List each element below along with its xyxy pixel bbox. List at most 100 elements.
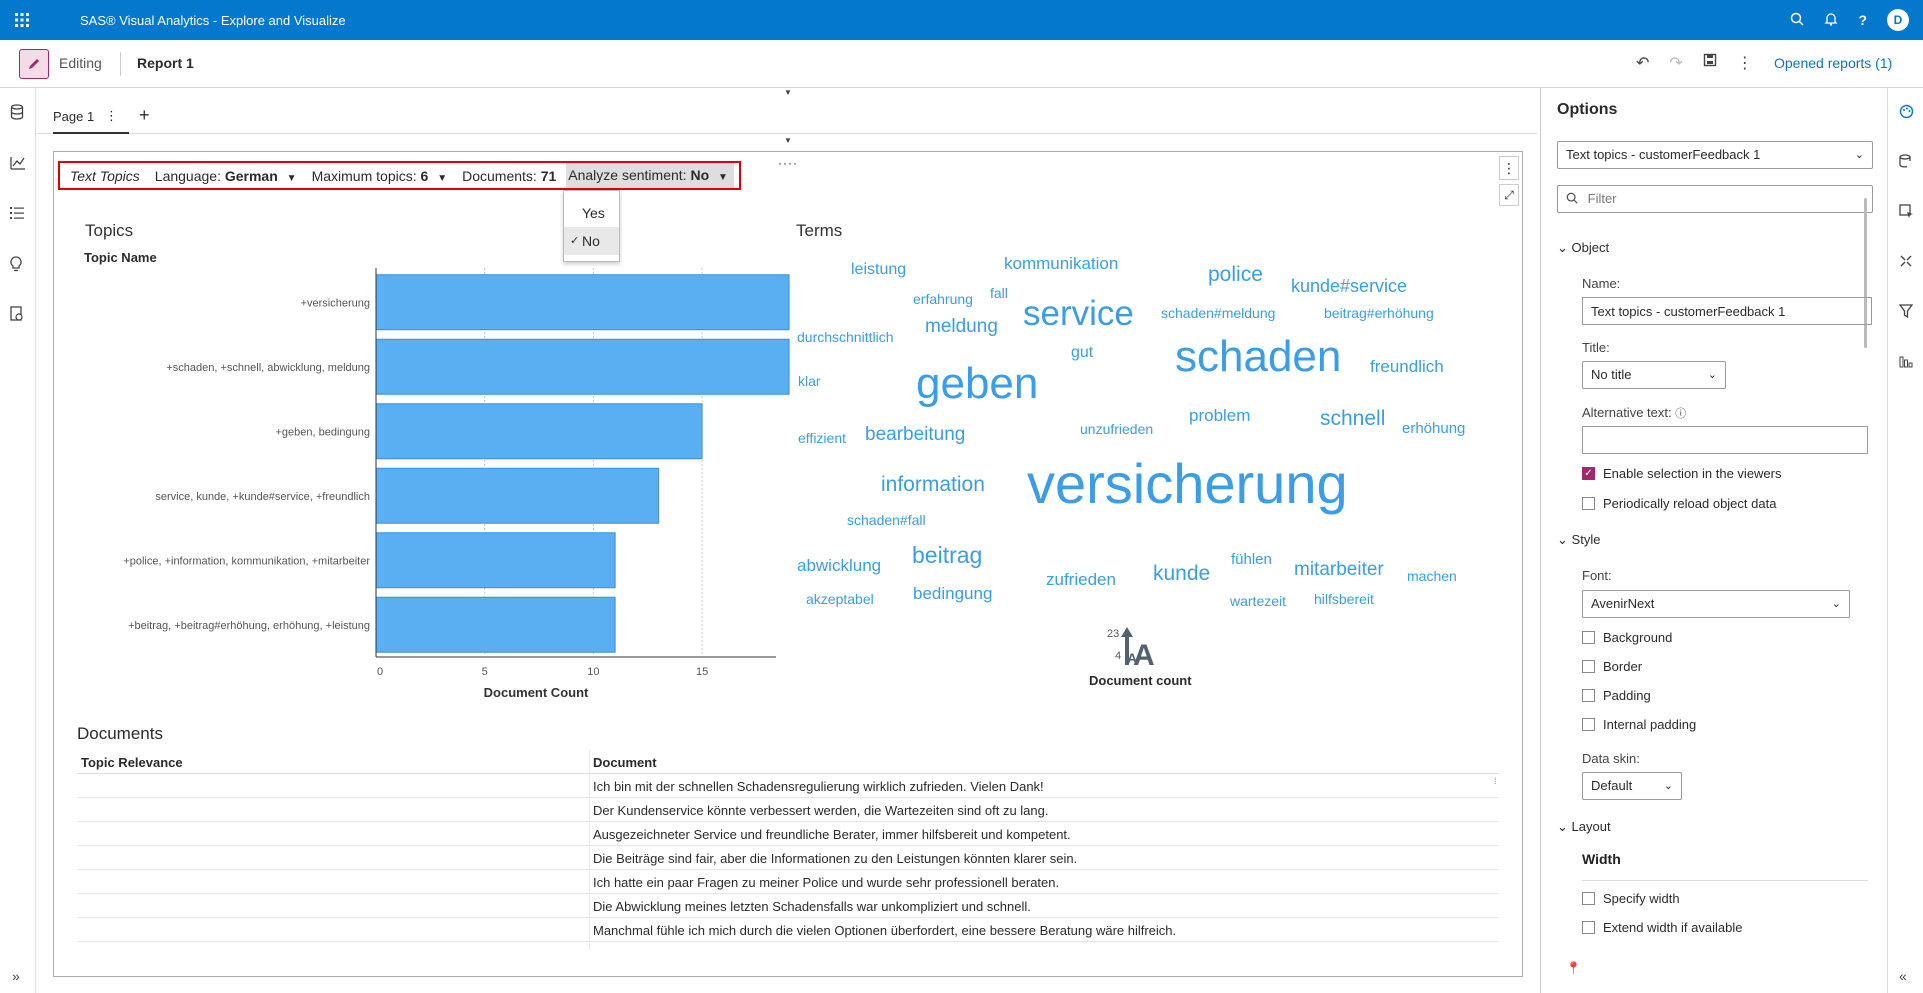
term-word[interactable]: problem — [1189, 407, 1250, 424]
term-word[interactable]: meldung — [925, 317, 998, 336]
term-word[interactable]: fall — [990, 286, 1008, 300]
border-checkbox[interactable]: Border — [1582, 659, 1642, 674]
term-word[interactable]: schaden — [1175, 335, 1341, 379]
object-menu-icon[interactable]: ⋮ — [1499, 156, 1519, 180]
enable-selection-checkbox[interactable]: ✓ Enable selection in the viewers — [1582, 466, 1782, 481]
term-word[interactable]: gut — [1071, 345, 1093, 361]
maximize-icon[interactable]: ⤢ — [1499, 184, 1519, 206]
layout-section-toggle[interactable]: ⌄ Layout — [1557, 819, 1611, 835]
more-options-icon[interactable]: ⋮ — [1737, 53, 1753, 73]
internal-padding-checkbox[interactable]: Internal padding — [1582, 717, 1696, 732]
outline-icon[interactable] — [10, 206, 24, 223]
add-page-button[interactable]: + — [139, 105, 150, 126]
redo-icon[interactable]: ↷ — [1669, 53, 1682, 73]
data-skin-select[interactable]: Default ⌄ — [1582, 772, 1682, 800]
bell-icon[interactable] — [1824, 12, 1839, 29]
term-word[interactable]: geben — [916, 362, 1038, 406]
term-word[interactable]: beitrag#erhöhung — [1324, 306, 1434, 320]
term-word[interactable]: bedingung — [913, 585, 992, 602]
term-word[interactable]: schaden#fall — [847, 513, 926, 527]
term-word[interactable]: police — [1208, 264, 1263, 285]
max-topics-control[interactable]: Maximum topics: 6 ▼ — [312, 168, 448, 184]
term-word[interactable]: durchschnittlich — [797, 330, 894, 344]
sentiment-control[interactable]: Analyze sentiment: No ▼ — [566, 163, 734, 188]
save-icon[interactable] — [1703, 53, 1717, 73]
sentiment-option-yes[interactable]: Yes — [564, 199, 619, 227]
term-word[interactable]: versicherung — [1027, 456, 1348, 512]
term-word[interactable]: fühlen — [1231, 552, 1272, 567]
report-object-icon[interactable] — [10, 306, 24, 326]
collapse-pane-icon[interactable]: « — [1899, 968, 1907, 984]
suggestions-icon[interactable] — [10, 256, 22, 276]
term-word[interactable]: bearbeitung — [865, 425, 965, 444]
padding-checkbox[interactable]: Padding — [1582, 688, 1651, 703]
font-select[interactable]: AvenirNext ⌄ — [1582, 590, 1850, 618]
term-word[interactable]: akzeptabel — [806, 592, 874, 606]
name-field[interactable]: Text topics - customerFeedback 1 — [1582, 297, 1872, 325]
term-word[interactable]: mitarbeiter — [1294, 560, 1384, 579]
collapse-marker-icon[interactable]: ▼ — [784, 88, 792, 97]
extend-width-checkbox[interactable]: Extend width if available — [1582, 920, 1742, 935]
rules-icon[interactable] — [1899, 254, 1913, 271]
table-row[interactable]: Die Abwicklung meines letzten Schadensfa… — [77, 894, 1499, 918]
term-word[interactable]: leistung — [851, 262, 906, 278]
page-menu-icon[interactable]: ⋮ — [105, 108, 118, 124]
table-row[interactable]: Die Beiträge sind fair, aber die Informa… — [77, 846, 1499, 870]
edit-mode-button[interactable] — [19, 49, 49, 79]
table-row[interactable]: Ich hatte ein paar Fragen zu meiner Poli… — [77, 870, 1499, 894]
filter-input[interactable]: Filter — [1557, 185, 1873, 213]
term-word[interactable]: erfahrung — [913, 292, 973, 306]
table-scroll-indicator[interactable]: ⁞ — [1494, 776, 1497, 786]
title-select[interactable]: No title ⌄ — [1582, 361, 1726, 389]
report-title[interactable]: Report 1 — [137, 55, 194, 71]
search-icon[interactable] — [1790, 12, 1804, 29]
bar[interactable] — [375, 403, 703, 460]
term-word[interactable]: kunde — [1153, 563, 1210, 584]
table-row[interactable]: Manchmal fühle ich mich durch die vielen… — [77, 918, 1499, 942]
pin-icon[interactable]: 📍 — [1566, 961, 1581, 975]
specify-width-checkbox[interactable]: Specify width — [1582, 891, 1680, 906]
alt-text-field[interactable] — [1582, 426, 1868, 454]
term-word[interactable]: service — [1023, 296, 1134, 331]
options-scrollbar[interactable] — [1864, 198, 1867, 348]
info-icon[interactable]: ⓘ — [1675, 408, 1686, 420]
bar[interactable] — [375, 596, 616, 653]
table-row[interactable]: Der Kundenservice könnte verbessert werd… — [77, 798, 1499, 822]
apps-menu-icon[interactable] — [0, 0, 44, 40]
opened-reports-link[interactable]: Opened reports (1) — [1774, 55, 1892, 71]
object-section-toggle[interactable]: ⌄ Object — [1557, 240, 1609, 256]
term-word[interactable]: effizient — [798, 431, 846, 445]
term-word[interactable]: unzufrieden — [1080, 422, 1153, 436]
term-word[interactable]: klar — [798, 374, 821, 388]
bar[interactable] — [375, 467, 660, 524]
roles-icon[interactable] — [1899, 154, 1914, 172]
term-word[interactable]: schnell — [1320, 408, 1385, 429]
data-icon[interactable] — [10, 104, 24, 124]
term-word[interactable]: kunde#service — [1291, 277, 1407, 295]
sentiment-option-no[interactable]: ✓ No — [564, 227, 619, 255]
bar[interactable] — [375, 338, 790, 395]
table-row[interactable]: Ich bin mit der schnellen Schadensreguli… — [77, 774, 1499, 798]
avatar[interactable]: D — [1887, 9, 1909, 31]
undo-icon[interactable]: ↶ — [1636, 53, 1649, 73]
language-control[interactable]: Language: German ▼ — [155, 168, 297, 184]
term-word[interactable]: schaden#meldung — [1161, 306, 1275, 320]
term-word[interactable]: hilfsbereit — [1314, 592, 1374, 606]
term-word[interactable]: freundlich — [1370, 358, 1444, 375]
drag-handle-icon[interactable]: ···· — [778, 156, 798, 170]
resize-marker-icon[interactable]: ▼ — [784, 136, 792, 145]
expand-pane-icon[interactable]: » — [12, 968, 20, 984]
bar[interactable] — [375, 532, 616, 589]
term-word[interactable]: information — [881, 474, 985, 495]
background-checkbox[interactable]: Background — [1582, 630, 1672, 645]
column-header-topic-relevance[interactable]: Topic Relevance — [81, 755, 183, 770]
object-select[interactable]: Text topics - customerFeedback 1 ⌄ — [1557, 141, 1873, 169]
term-word[interactable]: abwicklung — [797, 557, 881, 574]
table-row[interactable]: Ausgezeichneter Service und freundliche … — [77, 822, 1499, 846]
column-header-document[interactable]: Document — [593, 755, 657, 770]
topics-bar-chart[interactable]: +versicherung +schaden, +schnell, abwickl… — [60, 260, 790, 700]
term-word[interactable]: zufrieden — [1046, 571, 1116, 588]
style-section-toggle[interactable]: ⌄ Style — [1557, 532, 1600, 548]
reload-checkbox[interactable]: Periodically reload object data — [1582, 496, 1776, 511]
filter-icon[interactable] — [1898, 304, 1914, 321]
